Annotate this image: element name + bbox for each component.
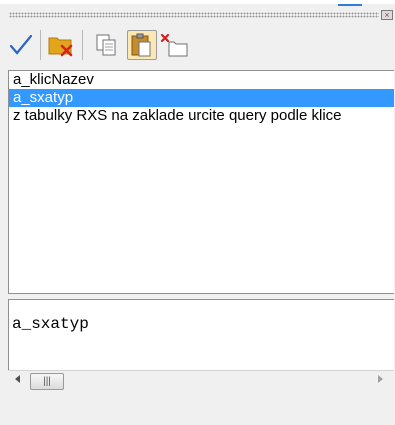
copy-button[interactable] (92, 30, 122, 60)
value-listbox[interactable]: a_klicNazev a_sxatyp z tabulky RXS na za… (8, 70, 394, 294)
close-icon[interactable]: × (381, 10, 393, 20)
clear-button[interactable] (160, 30, 190, 60)
list-panel: × a_klicNazev a_sxatyp z tabulky RXS na … (0, 0, 395, 425)
scroll-thumb[interactable]: ||| (30, 373, 64, 390)
list-item[interactable]: a_klicNazev (9, 71, 394, 89)
delete-item-button[interactable] (46, 30, 76, 60)
list-item-selected[interactable]: a_sxatyp (9, 89, 394, 107)
folder-delete-icon (48, 37, 73, 57)
toolbar (0, 20, 395, 68)
horizontal-scrollbar[interactable]: ||| (8, 370, 394, 393)
detail-value: a_sxatyp (12, 315, 89, 333)
copy-icon (96, 34, 116, 56)
toolbar-grip[interactable] (9, 12, 379, 18)
top-accent-line (338, 0, 362, 6)
clear-icon (160, 33, 188, 57)
toolbar-separator (40, 30, 41, 60)
confirm-button[interactable] (6, 30, 36, 60)
list-item[interactable]: z tabulky RXS na zaklade urcite query po… (9, 107, 394, 125)
scroll-right-icon[interactable] (378, 375, 383, 383)
paste-button[interactable] (127, 30, 157, 60)
scroll-left-icon[interactable] (15, 375, 20, 383)
top-strip (0, 0, 395, 6)
toolbar-separator (82, 30, 83, 60)
paste-icon (131, 33, 151, 57)
checkmark-icon (9, 34, 33, 55)
